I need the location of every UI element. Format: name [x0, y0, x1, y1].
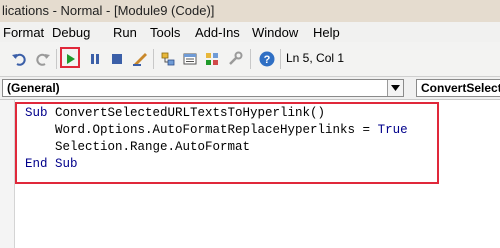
- title-bar: lications - Normal - [Module9 (Code)]: [0, 0, 500, 22]
- toolbox-icon[interactable]: [226, 50, 244, 68]
- menu-debug[interactable]: Debug: [52, 25, 90, 40]
- help-icon[interactable]: ?: [258, 50, 276, 68]
- properties-window-icon[interactable]: [181, 50, 199, 68]
- undo-icon[interactable]: [10, 50, 28, 68]
- menu-help[interactable]: Help: [313, 25, 340, 40]
- menu-add-ins[interactable]: Add-Ins: [195, 25, 240, 40]
- project-explorer-icon[interactable]: [159, 50, 177, 68]
- redo-icon[interactable]: [34, 50, 52, 68]
- menu-bar: Format Debug Run Tools Add-Ins Window He…: [0, 22, 500, 42]
- object-browser-icon[interactable]: [203, 50, 221, 68]
- window-title: lications - Normal - [Module9 (Code)]: [2, 3, 215, 18]
- margin-indicator-bar[interactable]: [0, 100, 15, 248]
- object-dropdown-value: (General): [7, 81, 60, 95]
- procedure-dropdown-value: ConvertSelecte: [421, 81, 500, 95]
- run-button-highlight: [60, 47, 80, 68]
- combo-bar: (General) ConvertSelecte: [0, 77, 500, 100]
- reset-icon[interactable]: [108, 50, 126, 68]
- menu-format[interactable]: Format: [3, 25, 44, 40]
- code-highlight-box: [15, 102, 439, 184]
- svg-text:?: ?: [264, 54, 271, 66]
- procedure-dropdown[interactable]: ConvertSelecte: [416, 79, 500, 97]
- cursor-position: Ln 5, Col 1: [286, 51, 345, 65]
- menu-run[interactable]: Run: [113, 25, 137, 40]
- object-dropdown[interactable]: (General): [2, 79, 404, 97]
- menu-tools[interactable]: Tools: [150, 25, 180, 40]
- chevron-down-icon[interactable]: [387, 80, 403, 96]
- break-icon[interactable]: [86, 50, 104, 68]
- design-mode-icon[interactable]: [131, 50, 149, 68]
- menu-window[interactable]: Window: [252, 25, 298, 40]
